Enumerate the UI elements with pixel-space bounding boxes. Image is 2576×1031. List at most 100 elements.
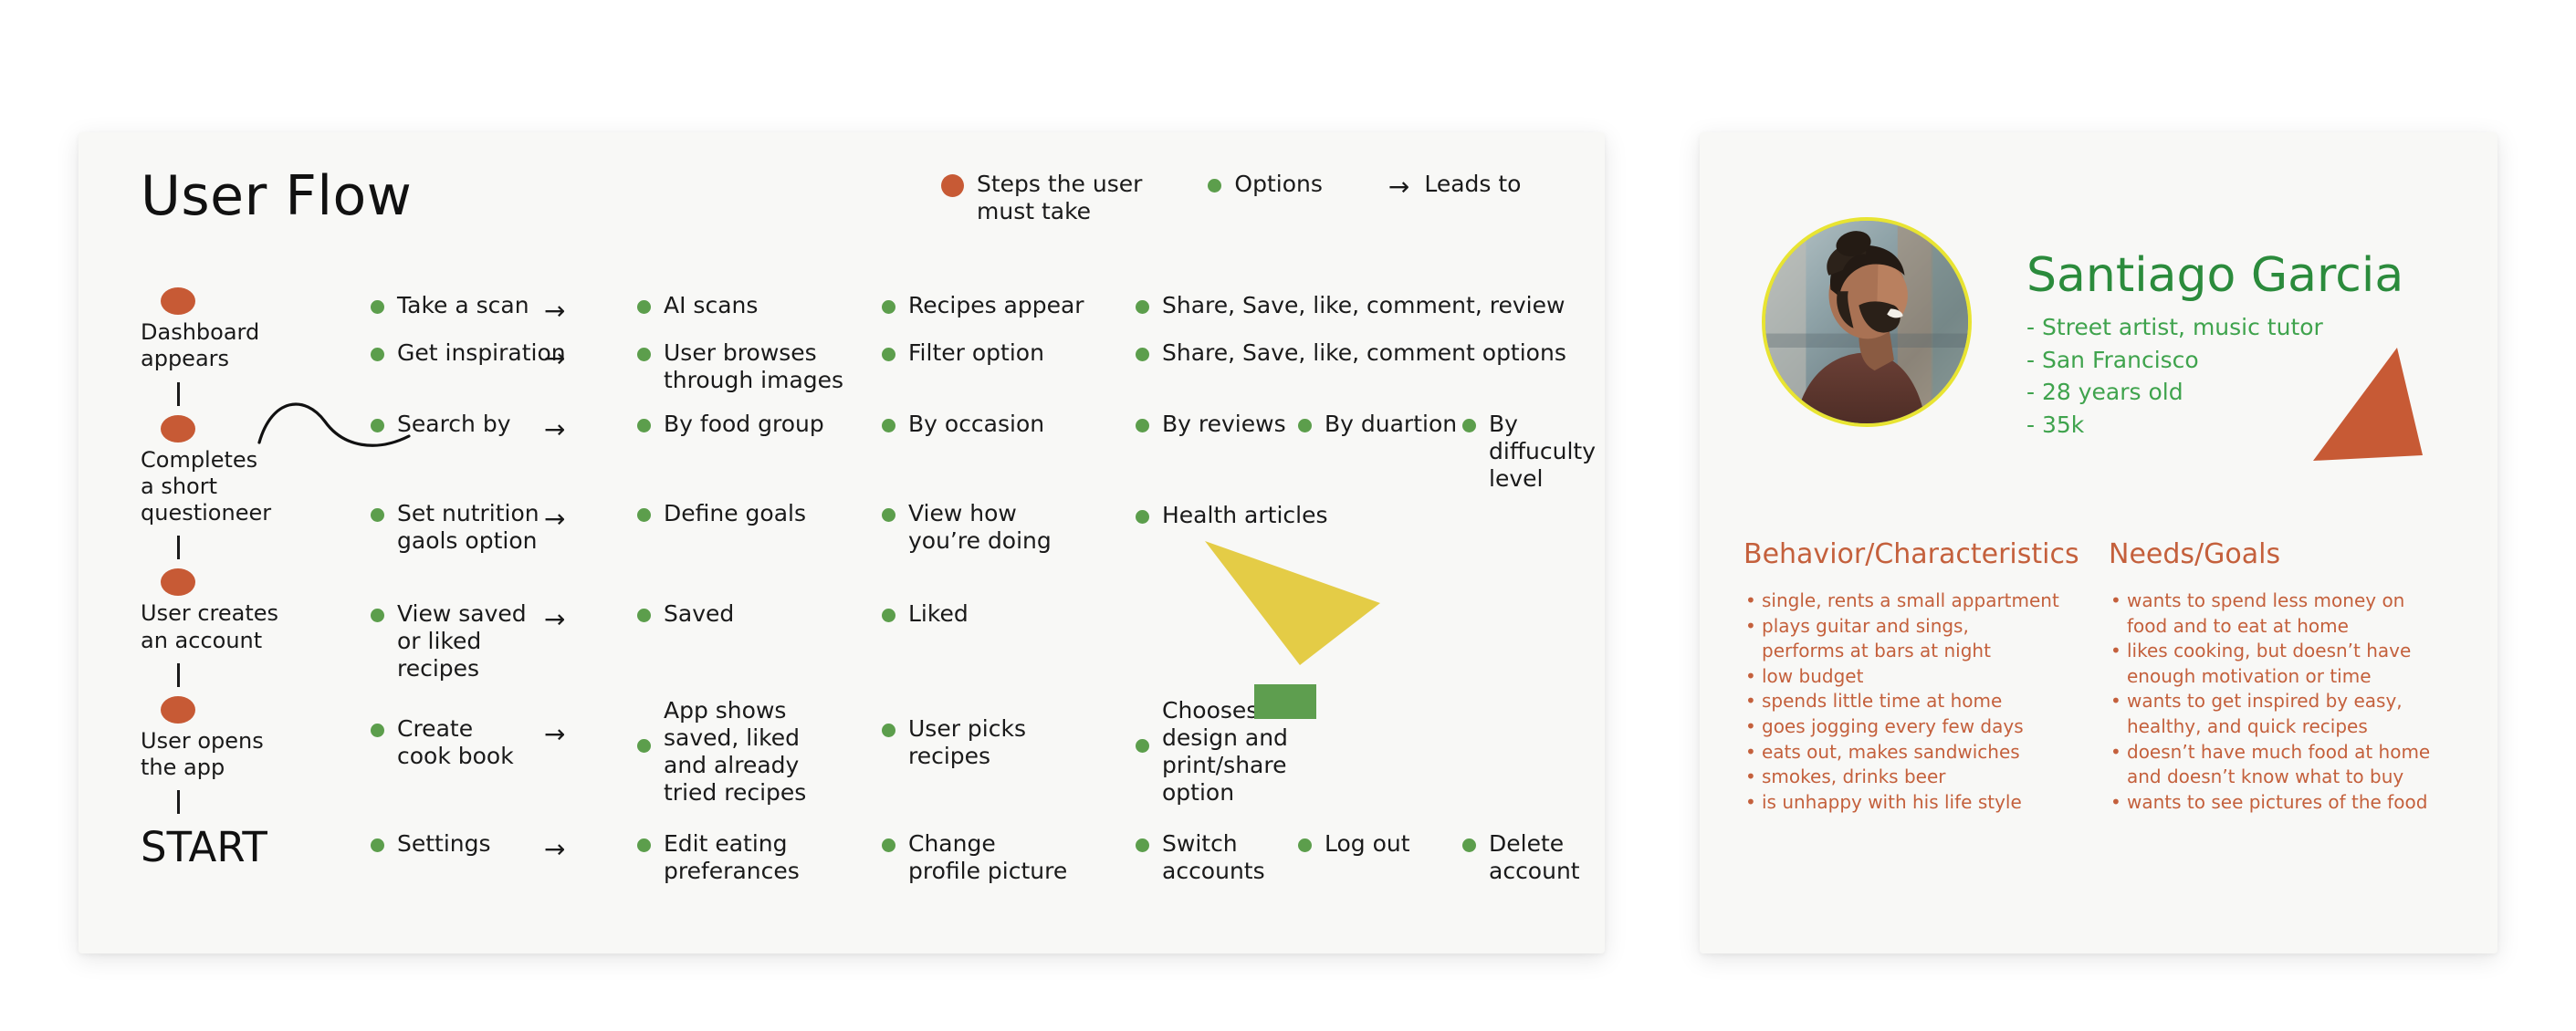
chain-node-dot (161, 568, 195, 597)
green-dot-icon (1136, 419, 1149, 432)
flow-item[interactable]: Define goals (637, 500, 806, 527)
persona-meta-item: - San Francisco (2026, 346, 2199, 373)
needs-heading: Needs/Goals (2109, 538, 2281, 570)
behavior-item: is unhappy with his life style (1744, 790, 2109, 815)
avatar (1762, 217, 1972, 427)
green-dot-icon (1136, 838, 1149, 852)
flow-item[interactable]: By food group (637, 411, 824, 438)
needs-item: doesn’t have much food at home (2109, 740, 2474, 765)
flow-item[interactable]: Create cook book (371, 715, 514, 770)
flow-item-label: Delete account (1489, 830, 1580, 884)
flow-item[interactable]: Search by (371, 411, 511, 438)
legend: Steps the user must take Options → Leads… (941, 171, 1586, 224)
green-dot-icon (882, 348, 895, 361)
persona-meta-item: - Street artist, music tutor (2026, 314, 2323, 340)
persona-card: Santiago Garcia - Street artist, music t… (1700, 132, 2497, 953)
flow-item[interactable]: Edit eating preferances (637, 830, 800, 885)
green-dot-icon (882, 300, 895, 314)
flow-item[interactable]: Filter option (882, 339, 1044, 367)
arrow-right-icon: → (544, 604, 566, 634)
flow-item-label: Recipes appear (908, 292, 1084, 318)
flow-item[interactable]: By occasion (882, 411, 1044, 438)
green-dot-icon (1298, 419, 1312, 432)
needs-list: wants to spend less money on food and to… (2109, 588, 2474, 814)
flow-item-label: AI scans (664, 292, 759, 318)
flow-item-label: Share, Save, like, comment, review (1162, 292, 1565, 318)
behavior-item: plays guitar and sings, (1744, 614, 2109, 639)
flow-item[interactable]: View how you’re doing (882, 500, 1052, 555)
flow-row: Get inspiration → User browses through i… (371, 339, 1576, 411)
flow-item-label: Define goals (664, 500, 807, 526)
flow-item[interactable]: Liked (882, 600, 969, 628)
flow-item[interactable]: Delete account (1462, 830, 1580, 885)
green-dot-icon (371, 419, 384, 432)
flow-item-label: User picks recipes (908, 715, 1026, 769)
flow-item-label: View how you’re doing (908, 500, 1052, 554)
flow-item[interactable]: Recipes appear (882, 292, 1084, 319)
flow-item[interactable]: View saved or liked recipes (371, 600, 527, 682)
behavior-item-continued: performs at bars at night (1762, 640, 1991, 662)
flow-item-label: By duartion (1325, 411, 1458, 437)
flow-item[interactable]: Take a scan (371, 292, 529, 319)
legend-item-leads-to: → Leads to (1388, 171, 1522, 200)
flow-item[interactable]: User picks recipes (882, 715, 1026, 770)
flow-item[interactable]: Share, Save, like, comment, review (1136, 292, 1565, 319)
persona-meta-item: - 28 years old (2026, 379, 2183, 405)
chain-label-questioneer: Completes a short questioneer (141, 446, 272, 526)
flow-item-label: Liked (908, 600, 969, 627)
flow-item[interactable]: By diffuculty level (1462, 411, 1596, 493)
persona-name: Santiago Garcia (2026, 248, 2404, 303)
needs-item-continued: enough motivation or time (2127, 664, 2372, 687)
flow-item[interactable]: Change profile picture (882, 830, 1067, 885)
flow-item[interactable]: User browses through images (637, 339, 843, 394)
behavior-item: single, rents a small appartment (1744, 588, 2109, 613)
portrait-photo (1765, 221, 1968, 423)
flow-item-label: Log out (1325, 830, 1410, 857)
page-title: User Flow (141, 164, 413, 228)
flow-item[interactable]: Switch accounts (1136, 830, 1265, 885)
chain-connector (177, 536, 180, 560)
flow-item-label: Set nutrition gaols option (397, 500, 539, 554)
chain-node-dot (161, 414, 195, 443)
arrow-right-icon: → (544, 414, 566, 444)
flow-item-label: Settings (397, 830, 491, 857)
needs-item-continued: and doesn’t know what to buy (2127, 765, 2404, 788)
behavior-list: single, rents a small appartment plays g… (1744, 588, 2109, 814)
flow-item[interactable]: App shows saved, liked and already tried… (637, 697, 806, 807)
flow-item[interactable]: Get inspiration (371, 339, 566, 367)
flow-item[interactable]: By duartion (1298, 411, 1457, 438)
flow-item[interactable]: Health articles (1136, 502, 1327, 529)
flow-item[interactable]: AI scans (637, 292, 758, 319)
flow-item-label: Switch accounts (1162, 830, 1265, 884)
flow-item[interactable]: Share, Save, like, comment options (1136, 339, 1566, 367)
behavior-item: smokes, drinks beer (1744, 765, 2109, 789)
flow-item-label: View saved or liked recipes (397, 600, 527, 682)
chain-connector (177, 662, 180, 687)
green-dot-icon (1208, 179, 1222, 193)
yellow-triangle-icon (1205, 541, 1380, 665)
green-dot-icon (637, 300, 651, 314)
legend-label-options: Options (1234, 171, 1323, 197)
flow-item[interactable]: Set nutrition gaols option (371, 500, 539, 555)
legend-label-leads-to: Leads to (1424, 171, 1522, 197)
arrow-right-icon: → (544, 343, 566, 373)
chain-label-dashboard: Dashboard appears (141, 319, 260, 372)
behavior-item: eats out, makes sandwiches (1744, 740, 2109, 765)
flow-item[interactable]: Settings (371, 830, 491, 858)
flow-item-label: Filter option (908, 339, 1044, 366)
behavior-item: low budget (1744, 664, 2109, 689)
flow-item-label: Take a scan (397, 292, 529, 318)
green-dot-icon (637, 508, 651, 522)
green-dot-icon (882, 419, 895, 432)
flow-item[interactable]: By reviews (1136, 411, 1286, 438)
green-dot-icon (637, 419, 651, 432)
flow-item[interactable]: Saved (637, 600, 734, 628)
flow-item-label: User browses through images (664, 339, 844, 393)
flow-item[interactable]: Log out (1298, 830, 1410, 858)
green-dot-icon (637, 739, 651, 753)
flow-item-label: By occasion (908, 411, 1045, 437)
flow-item-label: Edit eating preferances (664, 830, 800, 884)
green-dot-icon (882, 724, 895, 737)
arrow-right-icon: → (544, 504, 566, 534)
behavior-item: spends little time at home (1744, 689, 2109, 713)
